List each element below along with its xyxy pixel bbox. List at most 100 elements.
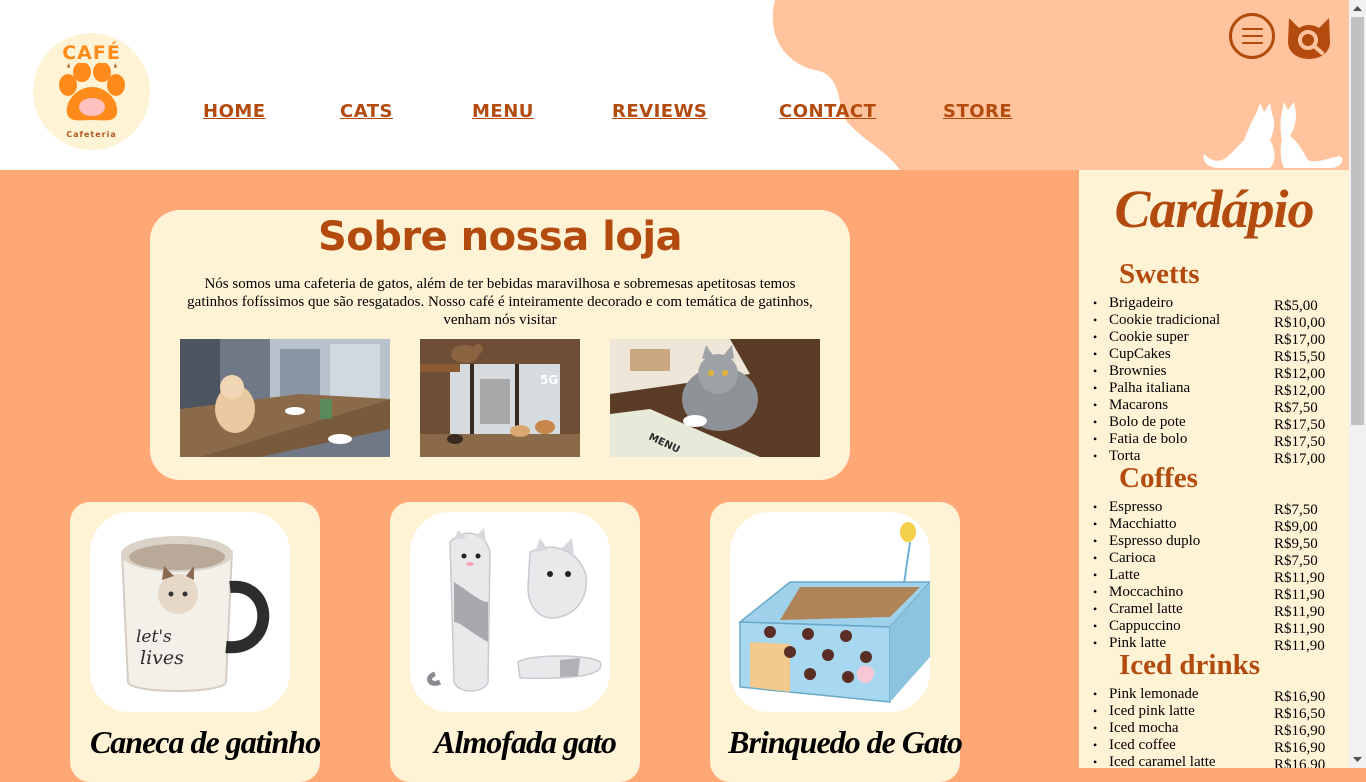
bullet-icon: • bbox=[1093, 415, 1098, 429]
bullet-icon: • bbox=[1093, 381, 1098, 395]
menu-item-name: Macarons bbox=[1109, 397, 1169, 413]
bullet-icon: • bbox=[1093, 313, 1098, 327]
menu-item-name: Brigadeiro bbox=[1109, 295, 1174, 311]
product-image-pillow bbox=[410, 512, 610, 712]
bullet-icon: • bbox=[1093, 347, 1098, 361]
menu-item: • CupCakes R$15,50 bbox=[1093, 346, 1349, 365]
bullet-icon: • bbox=[1093, 398, 1098, 412]
bullet-icon: • bbox=[1093, 296, 1098, 310]
menu-item-name: Iced mocha bbox=[1109, 720, 1179, 736]
menu-item: • Fatia de bolo R$17,50 bbox=[1093, 431, 1349, 450]
bullet-icon: • bbox=[1093, 500, 1098, 514]
menu-item-name: Latte bbox=[1109, 567, 1140, 583]
bullet-icon: • bbox=[1093, 636, 1098, 650]
about-text: Nós somos uma cafeteria de gatos, além d… bbox=[187, 276, 813, 328]
menu-item-name: Cramel latte bbox=[1109, 601, 1183, 617]
bullet-icon: • bbox=[1093, 619, 1098, 633]
product-card-pillow[interactable]: Almofada gato bbox=[390, 502, 640, 782]
hamburger-menu-button[interactable] bbox=[1229, 13, 1275, 59]
menu-item: • Espresso duplo R$9,50 bbox=[1093, 533, 1349, 552]
nav-link-store[interactable]: STORE bbox=[943, 101, 1012, 122]
product-card-mug[interactable]: let's lives Caneca de gatinho bbox=[70, 502, 321, 782]
bullet-icon: • bbox=[1093, 449, 1098, 463]
bullet-icon: • bbox=[1093, 551, 1098, 565]
cat-pillow-illustration bbox=[427, 528, 602, 692]
nav-link-reviews[interactable]: REVIEWS bbox=[612, 101, 707, 122]
menu-item: • Bolo de pote R$17,50 bbox=[1093, 414, 1349, 433]
svg-text:lives: lives bbox=[140, 647, 184, 669]
menu-item-name: Carioca bbox=[1109, 550, 1156, 566]
menu-item: • Latte R$11,90 bbox=[1093, 567, 1349, 586]
menu-item-price: R$17,00 bbox=[1274, 451, 1326, 467]
menu-item: • Cramel latte R$11,90 bbox=[1093, 601, 1349, 620]
menu-item-name: Iced caramel latte bbox=[1109, 754, 1216, 768]
scroll-up-arrow-icon[interactable] bbox=[1349, 0, 1366, 17]
product-image-mug: let's lives bbox=[90, 512, 290, 712]
bullet-icon: • bbox=[1093, 755, 1098, 768]
product-card-toy[interactable]: Brinquedo de Gato bbox=[710, 502, 963, 782]
menu-item-name: Cappuccino bbox=[1109, 618, 1181, 634]
scrollbar-thumb[interactable] bbox=[1351, 17, 1364, 425]
menu-item: • Iced coffee R$16,90 bbox=[1093, 737, 1349, 756]
menu-item-name: Palha italiana bbox=[1109, 380, 1191, 396]
menu-item-name: Iced pink latte bbox=[1109, 703, 1195, 719]
header-blob-shape bbox=[772, 0, 1349, 170]
about-title: Sobre nossa loja bbox=[317, 214, 683, 260]
scroll-down-arrow-icon[interactable] bbox=[1349, 751, 1366, 768]
cat-search-icon[interactable] bbox=[1285, 16, 1333, 60]
menu-item-name: Cookie tradicional bbox=[1109, 312, 1221, 328]
menu-item: • Palha italiana R$12,00 bbox=[1093, 380, 1349, 399]
menu-item-name: Pink lemonade bbox=[1109, 686, 1199, 702]
bullet-icon: • bbox=[1093, 330, 1098, 344]
menu-item: • Brownies R$12,00 bbox=[1093, 363, 1349, 382]
menu-item: • Pink lemonade R$16,90 bbox=[1093, 686, 1349, 705]
menu-item: • Brigadeiro R$5,00 bbox=[1093, 295, 1349, 314]
cafe-logo[interactable]: CAFÉ Cafeteria bbox=[33, 33, 150, 150]
menu-item-name: Espresso bbox=[1109, 499, 1163, 515]
page-scrollbar[interactable] bbox=[1349, 0, 1366, 768]
bullet-icon: • bbox=[1093, 704, 1098, 718]
menu-section-title: Coffes bbox=[1119, 462, 1198, 494]
nav-link-contact[interactable]: CONTACT bbox=[779, 101, 876, 122]
about-section: Sobre nossa loja Nós somos uma cafeteria… bbox=[150, 210, 850, 480]
menu-item: • Macchiatto R$9,00 bbox=[1093, 516, 1349, 535]
menu-title: Cardápio bbox=[1114, 179, 1314, 239]
bullet-icon: • bbox=[1093, 721, 1098, 735]
cat-toy-box-illustration bbox=[737, 522, 930, 703]
product-image-toy bbox=[730, 512, 930, 712]
menu-item-name: Espresso duplo bbox=[1109, 533, 1201, 549]
bullet-icon: • bbox=[1093, 364, 1098, 378]
bullet-icon: • bbox=[1093, 568, 1098, 582]
hamburger-icon bbox=[1242, 28, 1263, 30]
logo-subtitle: Cafeteria bbox=[66, 130, 117, 139]
svg-text:let's: let's bbox=[136, 627, 172, 647]
bullet-icon: • bbox=[1093, 687, 1098, 701]
svg-text:5G: 5G bbox=[540, 373, 558, 387]
menu-item-name: Iced coffee bbox=[1109, 737, 1176, 753]
menu-item: • Iced pink latte R$16,50 bbox=[1093, 703, 1349, 722]
nav-link-menu[interactable]: MENU bbox=[472, 101, 534, 122]
cafe-counter-photo bbox=[180, 339, 390, 457]
site-header: CAFÉ Cafeteria HOME CATS MENU REVIEWS CO… bbox=[0, 0, 1349, 170]
menu-sidebar: Cardápio Swetts • Brigadeiro R$5,00 • Cookie … bbox=[1079, 170, 1349, 768]
menu-item: • Cookie tradicional R$10,00 bbox=[1093, 312, 1349, 331]
menu-item: • Carioca R$7,50 bbox=[1093, 550, 1349, 569]
bullet-icon: • bbox=[1093, 432, 1098, 446]
menu-item: • Moccachino R$11,90 bbox=[1093, 584, 1349, 603]
menu-item-name: CupCakes bbox=[1109, 346, 1171, 362]
nav-link-home[interactable]: HOME bbox=[203, 101, 266, 122]
menu-item-name: Cookie super bbox=[1109, 329, 1189, 345]
menu-section-title: Swetts bbox=[1119, 258, 1200, 290]
menu-item-name: Moccachino bbox=[1109, 584, 1184, 600]
cat-mug-illustration: let's lives bbox=[120, 536, 270, 692]
menu-item: • Cookie super R$17,00 bbox=[1093, 329, 1349, 348]
menu-item-name: Bolo de pote bbox=[1109, 414, 1186, 430]
bullet-icon: • bbox=[1093, 517, 1098, 531]
menu-section-title: Iced drinks bbox=[1119, 649, 1261, 681]
bullet-icon: • bbox=[1093, 585, 1098, 599]
product-name: Caneca de gatinho bbox=[89, 724, 321, 760]
menu-item-name: Brownies bbox=[1109, 363, 1167, 379]
product-name: Almofada gato bbox=[434, 724, 617, 760]
nav-link-cats[interactable]: CATS bbox=[340, 101, 393, 122]
bullet-icon: • bbox=[1093, 602, 1098, 616]
